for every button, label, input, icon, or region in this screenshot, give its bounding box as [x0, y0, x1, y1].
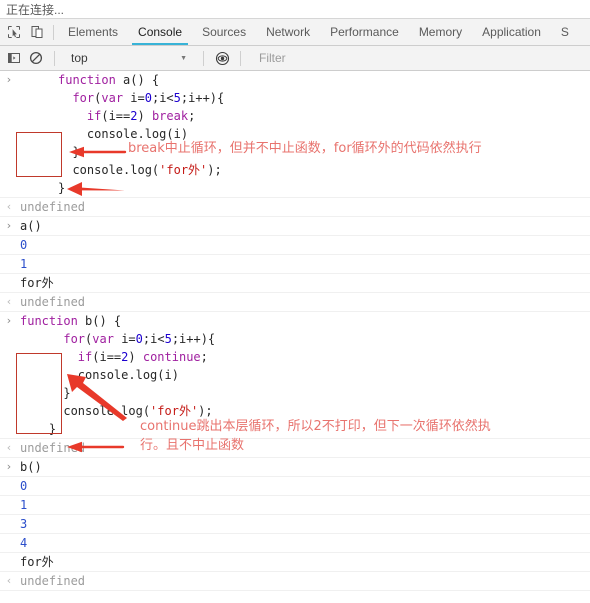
log-value: 0	[20, 238, 28, 252]
console-result-row: ‹ undefined	[0, 572, 590, 591]
annotation-arrow-break-loop	[69, 146, 127, 158]
tab-label: Application	[482, 25, 541, 39]
log-value: 4	[20, 536, 28, 550]
clear-console-icon[interactable]	[28, 50, 44, 66]
inspect-element-icon[interactable]	[6, 24, 22, 40]
devtools-tab-list: Elements Console Sources Network Perform…	[58, 19, 579, 45]
tab-label: Network	[266, 25, 311, 39]
console-log-row: for外	[0, 553, 590, 572]
filterbar-divider-3	[240, 50, 241, 66]
tab-memory[interactable]: Memory	[409, 19, 472, 45]
output-marker-icon: ‹	[6, 574, 12, 587]
log-value: for外	[20, 276, 54, 290]
input-expression: a()	[20, 219, 42, 233]
console-filter-placeholder: Filter	[259, 51, 286, 65]
tab-label: Memory	[418, 25, 463, 39]
output-marker-icon: ‹	[6, 200, 12, 213]
console-log-row: 0	[0, 477, 590, 496]
input-marker-icon: ›	[6, 314, 12, 327]
result-value: undefined	[20, 295, 86, 309]
console-log-row: for外	[0, 274, 590, 293]
tab-network[interactable]: Network	[256, 19, 320, 45]
output-marker-icon: ‹	[6, 441, 12, 454]
annotation-arrow-break-after-loop	[67, 182, 125, 196]
console-log-row: 1	[0, 496, 590, 515]
devtools-tool-icons	[0, 19, 49, 45]
code-snippet-function-a: function a() { for(var i=0;i<5;i++){ if(…	[58, 73, 225, 195]
annotation-arrow-continue-after-loop	[67, 441, 125, 453]
console-message-list[interactable]: › function a() { for(var i=0;i<5;i++){ i…	[0, 71, 590, 597]
chevron-down-icon: ▼	[180, 54, 187, 62]
execution-context-select[interactable]: top ▼	[65, 51, 193, 65]
console-log-row: 4	[0, 534, 590, 553]
tab-label: Console	[138, 25, 183, 39]
console-log-row: 1	[0, 255, 590, 274]
console-input-row[interactable]: › a()	[0, 217, 590, 236]
annotation-continue-note: continue跳出本层循环，所以2不打印，但下一次循环依然执 行。且不中止函数	[140, 419, 491, 453]
tab-console[interactable]: Console	[128, 19, 192, 45]
tab-label: S	[560, 25, 569, 39]
annotation-break-note: break中止循环，但并不中止函数，for循环外的代码依然执行	[128, 141, 482, 156]
devtools-tabbar: Elements Console Sources Network Perform…	[0, 19, 590, 46]
device-toolbar-icon[interactable]	[29, 24, 45, 40]
tab-label: Performance	[330, 25, 399, 39]
result-value: undefined	[20, 574, 86, 588]
input-marker-icon: ›	[6, 460, 12, 473]
filterbar-divider-1	[54, 50, 55, 66]
console-filter-input[interactable]: Filter	[251, 51, 590, 65]
filterbar-divider-2	[203, 50, 204, 66]
tab-application[interactable]: Application	[472, 19, 551, 45]
console-log-row: 0	[0, 236, 590, 255]
console-log-row: 3	[0, 515, 590, 534]
log-value: for外	[20, 555, 54, 569]
tab-performance[interactable]: Performance	[320, 19, 409, 45]
live-expression-eye-icon[interactable]	[214, 50, 230, 66]
result-value: undefined	[20, 200, 86, 214]
output-marker-icon: ‹	[6, 295, 12, 308]
tab-label: Sources	[202, 25, 247, 39]
log-value: 3	[20, 517, 28, 531]
toolbar-divider	[53, 24, 54, 40]
execution-context-value: top	[71, 51, 88, 65]
connection-status-text: 正在连接...	[6, 2, 65, 17]
console-sidebar-icon[interactable]	[6, 50, 22, 66]
input-marker-icon: ›	[6, 219, 12, 232]
prompt-marker-icon: ›	[4, 591, 14, 597]
console-input-row[interactable]: › b()	[0, 458, 590, 477]
annotation-arrow-continue-loop	[67, 374, 127, 421]
console-prompt-row[interactable]: ›	[0, 591, 590, 597]
log-value: 1	[20, 498, 28, 512]
console-input-row[interactable]: › function a() { for(var i=0;i<5;i++){ i…	[0, 71, 590, 198]
log-value: 0	[20, 479, 28, 493]
console-result-row: ‹ undefined	[0, 198, 590, 217]
tab-sources[interactable]: Sources	[192, 19, 256, 45]
log-value: 1	[20, 257, 28, 271]
console-filter-bar: top ▼ Filter	[0, 46, 590, 71]
tab-label: Elements	[68, 25, 119, 39]
tab-security[interactable]: S	[551, 19, 579, 45]
window-status-bar: 正在连接...	[0, 0, 590, 19]
input-expression: b()	[20, 460, 42, 474]
tab-elements[interactable]: Elements	[58, 19, 128, 45]
console-result-row: ‹ undefined	[0, 293, 590, 312]
input-marker-icon: ›	[6, 73, 12, 86]
